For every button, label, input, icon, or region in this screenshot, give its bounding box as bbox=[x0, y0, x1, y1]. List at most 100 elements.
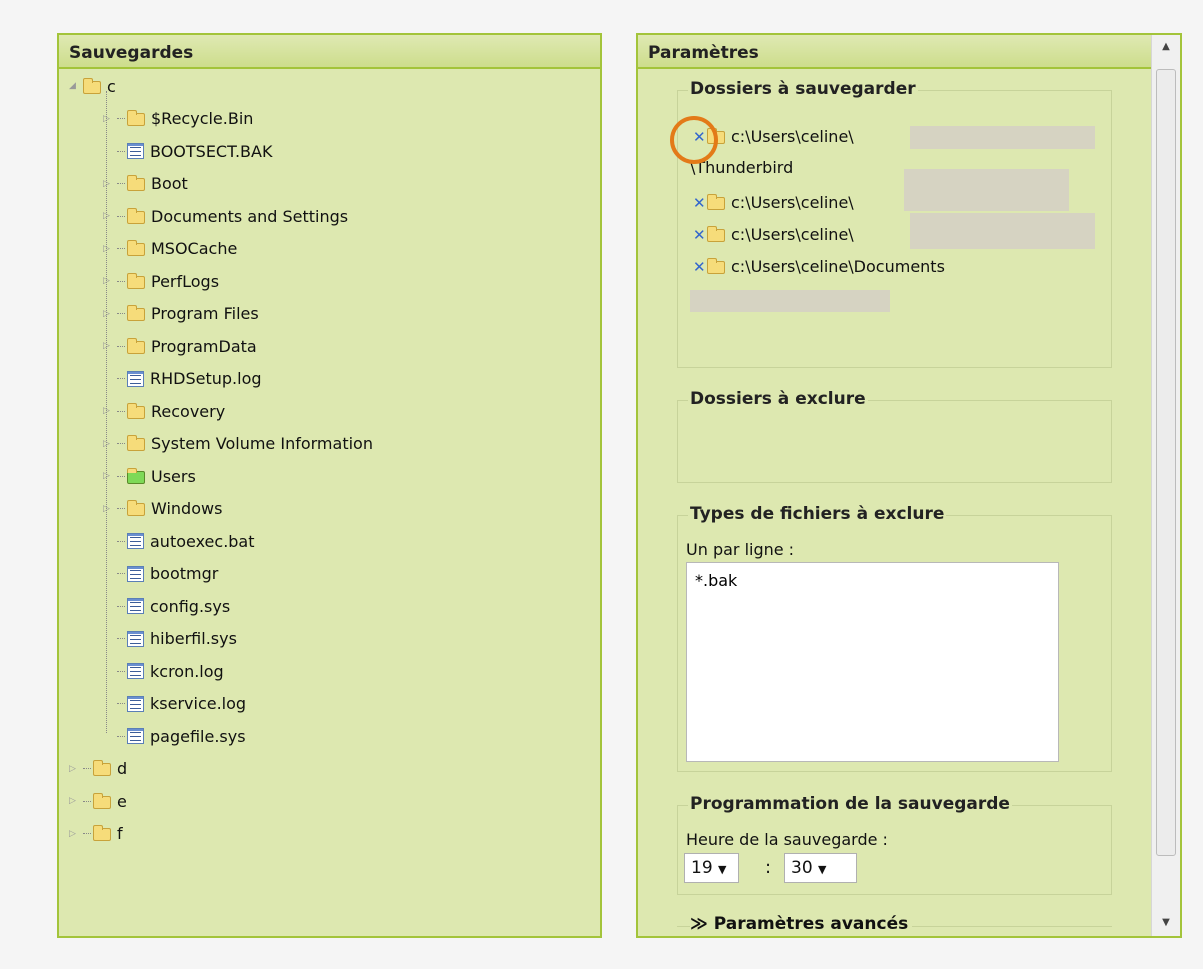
tree-node[interactable]: ▷ $Recycle.Bin bbox=[103, 104, 253, 134]
tree-node-label: System Volume Information bbox=[151, 434, 373, 453]
collapsed-arrow-icon[interactable]: ▷ bbox=[103, 309, 113, 319]
tree-node-label: bootmgr bbox=[150, 564, 219, 583]
collapsed-arrow-icon[interactable]: ▷ bbox=[69, 829, 79, 839]
tree-connector bbox=[103, 536, 113, 546]
tree-node[interactable]: autoexec.bat bbox=[103, 526, 255, 556]
minute-select[interactable]: 30 ▼ bbox=[784, 853, 857, 883]
tree-node-label: ProgramData bbox=[151, 336, 257, 356]
tree-node[interactable]: ▷ Documents and Settings bbox=[103, 201, 348, 231]
backup-entry: ✕ c:\Users\celine\ bbox=[693, 193, 854, 212]
file-icon bbox=[127, 370, 144, 387]
tree-connector bbox=[117, 150, 125, 152]
backups-panel-title: Sauvegardes bbox=[59, 35, 600, 69]
tree-connector bbox=[103, 699, 113, 709]
folder-icon bbox=[127, 402, 145, 419]
tree-node-label: PerfLogs bbox=[151, 271, 220, 291]
tree-node-label: BOOTSECT.BAK bbox=[150, 141, 273, 161]
tree-node-label: Users bbox=[151, 466, 196, 486]
tree-connector bbox=[83, 833, 91, 834]
tree-node[interactable]: ▷ Recovery bbox=[103, 396, 225, 426]
schedule-fieldset: Programmation de la sauvegarde bbox=[677, 794, 1112, 895]
folder-icon bbox=[127, 305, 145, 321]
collapsed-arrow-icon[interactable]: ▷ bbox=[103, 341, 113, 351]
backup-folders-legend: Dossiers à sauvegarder bbox=[688, 79, 918, 99]
exclude-types-legend: Types de fichiers à exclure bbox=[688, 504, 947, 524]
tree-node[interactable]: kcron.log bbox=[103, 656, 224, 686]
collapsed-arrow-icon[interactable]: ▷ bbox=[103, 276, 113, 286]
tree-node[interactable]: BOOTSECT.BAK bbox=[103, 136, 272, 166]
tree-connector bbox=[117, 183, 125, 184]
tree-connector bbox=[117, 410, 125, 412]
collapsed-arrow-icon[interactable]: ▷ bbox=[69, 764, 79, 774]
vertical-scrollbar[interactable]: ▲ ▼ bbox=[1151, 35, 1180, 936]
scroll-up-icon[interactable]: ▲ bbox=[1152, 41, 1180, 52]
tree-node[interactable]: ▷ ProgramData bbox=[103, 331, 257, 361]
tree-connector bbox=[117, 215, 125, 217]
collapsed-arrow-icon[interactable]: ▷ bbox=[103, 471, 113, 481]
tree-node[interactable]: ▷ Users bbox=[103, 461, 196, 491]
tree-node-label: Windows bbox=[151, 499, 223, 518]
redacted-path bbox=[690, 290, 890, 312]
tree-node[interactable]: ▷ MSOCache bbox=[103, 234, 237, 264]
tree-node[interactable]: kservice.log bbox=[103, 689, 246, 719]
tree-node-label: hiberfil.sys bbox=[150, 629, 237, 648]
tree-connector bbox=[103, 569, 113, 579]
tree-node[interactable]: ▷ Program Files bbox=[103, 299, 259, 329]
folder-icon bbox=[707, 258, 725, 274]
hour-select[interactable]: 19 ▼ bbox=[684, 853, 739, 883]
tree-connector bbox=[117, 313, 125, 314]
collapsed-arrow-icon[interactable]: ▷ bbox=[103, 406, 113, 416]
advanced-settings-toggle[interactable]: ≫ Paramètres avancés bbox=[690, 914, 913, 934]
folder-icon bbox=[127, 175, 145, 191]
tree-node[interactable]: ▷ PerfLogs bbox=[103, 266, 219, 296]
tree-node-c[interactable]: ◢ c bbox=[69, 71, 116, 101]
tree-node-label: Program Files bbox=[151, 304, 259, 323]
tree-node[interactable]: ▷ System Volume Information bbox=[103, 429, 373, 459]
tree-node[interactable]: bootmgr bbox=[103, 559, 218, 589]
folder-icon bbox=[93, 760, 111, 776]
tree-connector bbox=[117, 540, 125, 542]
tree-node-drive[interactable]: ▷ f bbox=[69, 819, 123, 849]
collapsed-arrow-icon[interactable]: ▷ bbox=[103, 114, 113, 124]
tree-connector bbox=[117, 638, 125, 639]
tree-node[interactable]: config.sys bbox=[103, 591, 230, 621]
file-icon bbox=[127, 533, 144, 549]
tree-connector bbox=[117, 118, 125, 119]
scroll-down-icon[interactable]: ▼ bbox=[1152, 917, 1180, 928]
collapsed-arrow-icon[interactable]: ▷ bbox=[103, 179, 113, 189]
exclude-types-textarea[interactable]: *.bak bbox=[686, 562, 1059, 762]
collapsed-arrow-icon[interactable]: ▷ bbox=[69, 796, 79, 806]
tree-node[interactable]: pagefile.sys bbox=[103, 721, 246, 751]
tree-node-label: autoexec.bat bbox=[150, 531, 255, 551]
tree-connector bbox=[103, 731, 113, 741]
tree-connector bbox=[117, 605, 125, 607]
remove-icon[interactable]: ✕ bbox=[693, 226, 706, 244]
tree-node-label: RHDSetup.log bbox=[150, 369, 262, 388]
tree-node-label: e bbox=[117, 791, 127, 811]
scroll-thumb[interactable] bbox=[1156, 69, 1176, 856]
tree-node-drive[interactable]: ▷ e bbox=[69, 786, 127, 816]
tree-node-label: Documents and Settings bbox=[151, 206, 349, 226]
remove-icon[interactable]: ✕ bbox=[693, 194, 706, 212]
settings-panel-title: Paramètres bbox=[638, 35, 1180, 69]
tree-connector bbox=[117, 345, 125, 347]
tree-node[interactable]: ▷ Boot bbox=[103, 169, 188, 199]
tree-connector bbox=[117, 573, 125, 574]
expanded-arrow-icon[interactable]: ◢ bbox=[69, 81, 79, 91]
backups-panel: Sauvegardes ◢ c ▷ $Recycle.Bin BOOTSECT.BA… bbox=[57, 33, 602, 938]
collapsed-arrow-icon[interactable]: ▷ bbox=[103, 504, 113, 514]
collapsed-arrow-icon[interactable]: ▷ bbox=[103, 439, 113, 449]
remove-icon[interactable]: ✕ bbox=[693, 258, 706, 276]
tree-connector bbox=[117, 248, 125, 249]
tree-connector bbox=[103, 634, 113, 644]
tree-node[interactable]: RHDSetup.log bbox=[103, 364, 262, 394]
file-icon bbox=[127, 565, 144, 582]
collapsed-arrow-icon[interactable]: ▷ bbox=[103, 244, 113, 254]
tree-node[interactable]: hiberfil.sys bbox=[103, 624, 237, 654]
tree-connector bbox=[117, 475, 125, 477]
collapsed-arrow-icon[interactable]: ▷ bbox=[103, 211, 113, 221]
dropdown-arrow-icon: ▼ bbox=[718, 863, 727, 876]
tree-node-drive[interactable]: ▷ d bbox=[69, 754, 127, 784]
tree-node[interactable]: ▷ Windows bbox=[103, 494, 222, 524]
double-chevron-icon: ≫ bbox=[690, 914, 708, 934]
